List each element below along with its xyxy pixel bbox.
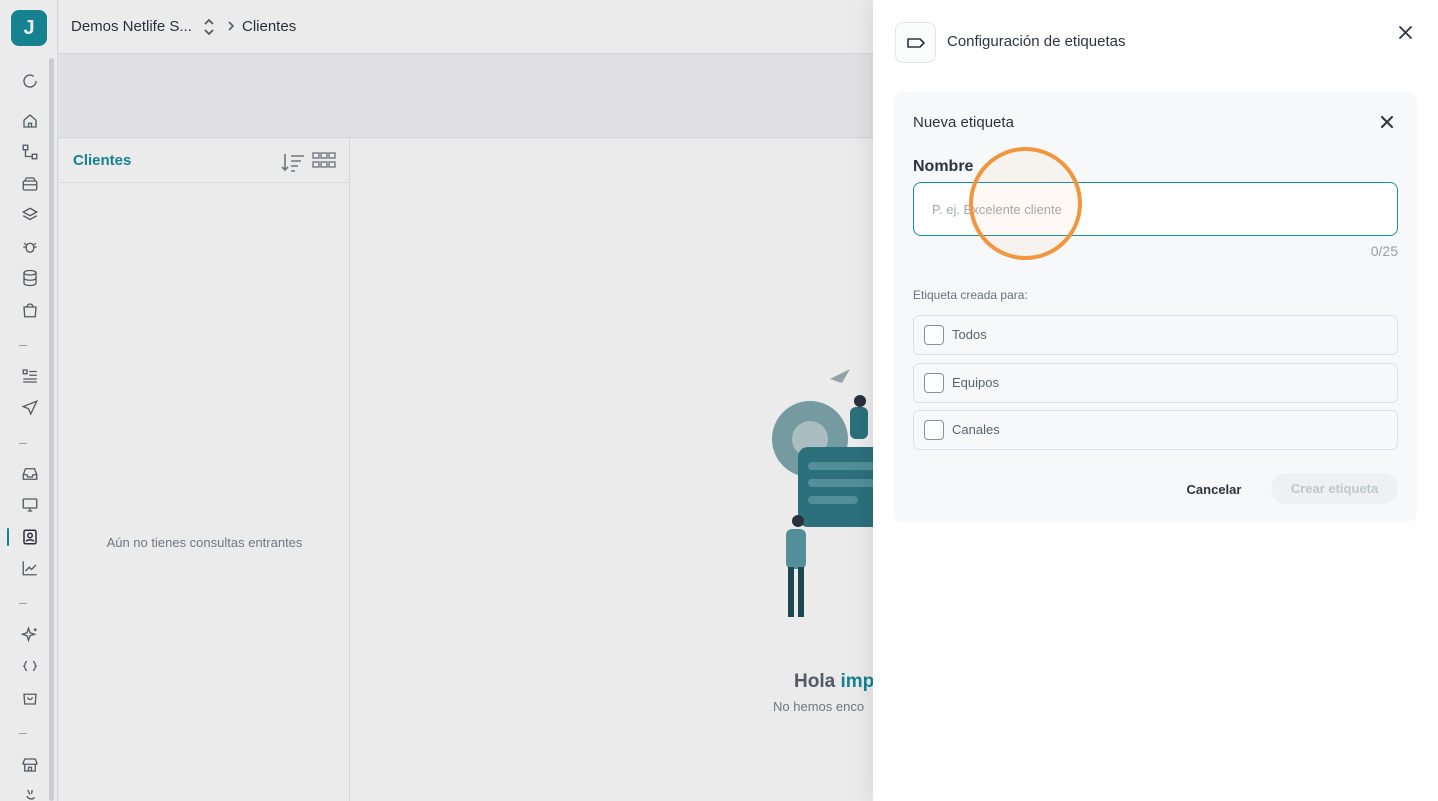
new-tag-title: Nueva etiqueta	[913, 114, 1014, 131]
drawer-title: Configuración de etiquetas	[947, 33, 1126, 50]
option-todos[interactable]: Todos	[913, 315, 1398, 355]
char-counter: 0/25	[1370, 243, 1398, 259]
option-canales[interactable]: Canales	[913, 410, 1398, 450]
close-icon[interactable]	[1397, 24, 1414, 41]
option-equipos[interactable]: Equipos	[913, 363, 1398, 403]
tag-icon-box	[895, 22, 936, 63]
checkbox[interactable]	[924, 373, 944, 393]
option-label: Todos	[952, 327, 987, 342]
checkbox[interactable]	[924, 325, 944, 345]
tag-config-drawer: Configuración de etiquetas Nueva etiquet…	[873, 0, 1438, 801]
create-tag-button[interactable]: Crear etiqueta	[1271, 473, 1398, 504]
tag-icon	[906, 37, 925, 48]
cancel-button[interactable]: Cancelar	[1174, 474, 1254, 504]
close-icon[interactable]	[1380, 115, 1394, 129]
new-tag-card: Nueva etiqueta Nombre 0/25 Etiqueta crea…	[894, 92, 1417, 522]
option-label: Equipos	[952, 375, 999, 390]
tag-name-input[interactable]	[913, 182, 1398, 236]
name-label: Nombre	[913, 158, 974, 175]
option-label: Canales	[952, 422, 1000, 437]
checkbox[interactable]	[924, 420, 944, 440]
modal-overlay[interactable]	[0, 0, 873, 801]
created-for-label: Etiqueta creada para:	[913, 288, 1028, 302]
